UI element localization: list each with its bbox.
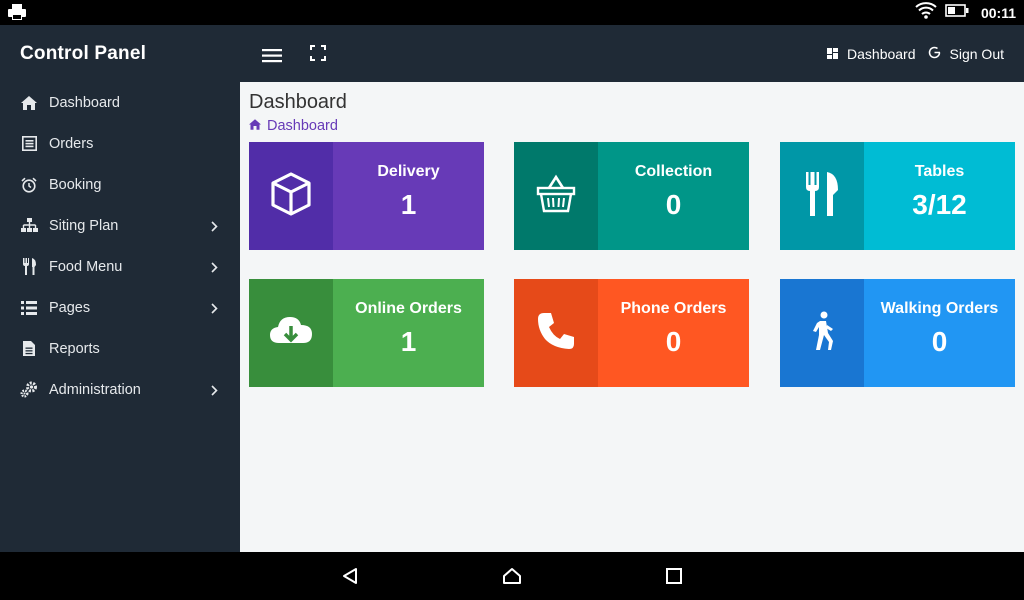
breadcrumb-label: Dashboard	[267, 118, 338, 134]
clock: 00:11	[980, 4, 1016, 21]
card-value: 0	[931, 326, 948, 357]
stat-card-delivery[interactable]: Delivery 1	[249, 142, 484, 250]
dashboard-icon	[827, 46, 839, 62]
list-icon	[20, 135, 38, 153]
card-label: Delivery	[377, 163, 440, 180]
card-body: Tables 3/12	[864, 142, 1015, 250]
card-icon-box	[780, 279, 864, 387]
stat-card-collection[interactable]: Collection 0	[514, 142, 749, 250]
cutlery-icon	[20, 258, 38, 276]
sidebar-item-label: Administration	[49, 381, 141, 398]
sign-out-link[interactable]: Sign Out	[928, 46, 1004, 62]
card-body: Collection 0	[598, 142, 749, 250]
back-icon[interactable]	[340, 566, 360, 586]
android-app-icon	[8, 4, 26, 25]
top-bar: Dashboard Sign Out	[240, 25, 1024, 82]
home-nav-icon[interactable]	[502, 566, 522, 586]
sidebar-item-label: Food Menu	[49, 258, 123, 275]
dashboard-link-label: Dashboard	[847, 45, 916, 62]
android-nav-bar	[0, 552, 1024, 600]
main-content: Dashboard Dashboard Delivery 1 Collectio…	[240, 82, 1024, 552]
sidebar-item-label: Booking	[49, 176, 102, 193]
card-body: Online Orders 1	[333, 279, 484, 387]
card-icon-box	[249, 142, 333, 250]
breadcrumb[interactable]: Dashboard	[249, 118, 338, 134]
cloud-download-icon	[269, 313, 313, 354]
chevron-right-icon	[211, 261, 218, 277]
sidebar-item-reports[interactable]: Reports	[0, 328, 240, 369]
sidebar-item-label: Dashboard	[49, 94, 120, 111]
sidebar-item-booking[interactable]: Booking	[0, 164, 240, 205]
card-icon-box	[780, 142, 864, 250]
stat-card-walking-orders[interactable]: Walking Orders 0	[780, 279, 1015, 387]
card-label: Phone Orders	[620, 300, 727, 317]
sidebar-item-dashboard[interactable]: Dashboard	[0, 82, 240, 123]
file-icon	[20, 340, 38, 358]
phone-icon	[536, 311, 576, 356]
pages-list-icon	[20, 299, 38, 317]
sidebar-item-label: Siting Plan	[49, 217, 119, 234]
alarm-clock-icon	[20, 176, 38, 194]
cutlery-icon	[805, 171, 839, 221]
sidebar-item-food-menu[interactable]: Food Menu	[0, 246, 240, 287]
card-body: Walking Orders 0	[864, 279, 1015, 387]
chevron-right-icon	[211, 384, 218, 400]
basket-icon	[536, 174, 576, 219]
sidebar: Control Panel Dashboard Orders Booking S…	[0, 25, 240, 552]
sidebar-item-siting-plan[interactable]: Siting Plan	[0, 205, 240, 246]
card-value: 1	[400, 326, 417, 357]
status-bar: 00:11	[0, 0, 1024, 25]
chevron-right-icon	[211, 302, 218, 318]
walking-icon	[808, 311, 836, 356]
card-body: Delivery 1	[333, 142, 484, 250]
top-dashboard-link[interactable]: Dashboard	[827, 46, 916, 62]
stat-card-online-orders[interactable]: Online Orders 1	[249, 279, 484, 387]
card-value: 3/12	[912, 189, 967, 220]
sidebar-item-administration[interactable]: Administration	[0, 369, 240, 410]
sidebar-item-label: Reports	[49, 340, 100, 357]
card-icon-box	[514, 279, 598, 387]
home-icon	[20, 94, 38, 112]
card-value: 0	[665, 189, 682, 220]
sidebar-item-orders[interactable]: Orders	[0, 123, 240, 164]
chevron-right-icon	[211, 220, 218, 236]
card-label: Online Orders	[355, 300, 462, 317]
page-title: Dashboard	[249, 91, 347, 113]
stat-card-phone-orders[interactable]: Phone Orders 0	[514, 279, 749, 387]
card-label: Collection	[634, 163, 713, 180]
fullscreen-icon[interactable]	[310, 45, 326, 61]
sidebar-nav: Dashboard Orders Booking Siting Plan Foo…	[0, 82, 240, 410]
sidebar-item-label: Orders	[49, 135, 94, 152]
battery-icon	[945, 3, 969, 22]
card-label: Tables	[914, 163, 965, 180]
wifi-icon	[915, 1, 937, 24]
recent-apps-icon[interactable]	[664, 566, 684, 586]
sign-out-label: Sign Out	[949, 45, 1004, 62]
box-icon	[270, 171, 312, 221]
sidebar-item-label: Pages	[49, 299, 91, 316]
stat-card-tables[interactable]: Tables 3/12	[780, 142, 1015, 250]
card-label: Walking Orders	[880, 300, 999, 317]
hamburger-menu-icon[interactable]	[260, 45, 284, 65]
card-icon-box	[514, 142, 598, 250]
sitemap-icon	[20, 217, 38, 235]
brand-title: Control Panel	[20, 42, 147, 64]
card-body: Phone Orders 0	[598, 279, 749, 387]
card-value: 1	[400, 189, 417, 220]
sidebar-item-pages[interactable]: Pages	[0, 287, 240, 328]
sign-out-icon	[928, 46, 941, 62]
card-value: 0	[665, 326, 682, 357]
cogs-icon	[20, 381, 38, 399]
home-icon	[249, 118, 261, 134]
card-icon-box	[249, 279, 333, 387]
